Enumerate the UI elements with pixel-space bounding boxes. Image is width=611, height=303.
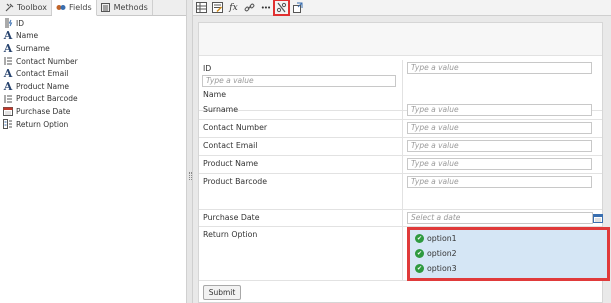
tab-toolbox-label: Toolbox — [17, 3, 47, 12]
form-row-contact-email: Contact Email Type a value — [199, 138, 602, 156]
id-input[interactable]: Type a value — [407, 62, 592, 74]
field-item-surname[interactable]: A Surname — [0, 42, 186, 55]
purchase-date-label: Purchase Date — [203, 213, 260, 222]
rule-icon[interactable] — [273, 0, 290, 16]
form-preview: ID Type a value Type a value Name Surnam… — [198, 22, 610, 303]
id-label-input[interactable]: Type a value — [202, 75, 396, 87]
field-item-label: ID — [16, 18, 24, 28]
product-name-label: Product Name — [203, 159, 259, 168]
field-item-product-name[interactable]: A Product Name — [0, 80, 186, 93]
tab-fields[interactable]: Fields — [52, 0, 97, 16]
field-item-purchase-date[interactable]: Purchase Date — [0, 105, 186, 118]
panel-tabs: Toolbox Fields Methods — [0, 0, 186, 16]
contact-email-input[interactable]: Type a value — [407, 140, 592, 152]
id-label: ID — [203, 64, 212, 73]
text-field-icon: A — [3, 41, 13, 55]
designer-canvas: fx ••• ID Type a value Type a value Name… — [193, 0, 611, 303]
check-circle-icon: ✔ — [415, 234, 424, 243]
field-item-contact-number[interactable]: Contact Number — [0, 55, 186, 68]
table-icon[interactable] — [195, 1, 208, 14]
form-row-surname: Surname Type a value — [199, 102, 602, 120]
form-row-contact-number: Contact Number Type a value — [199, 120, 602, 138]
field-item-return-option[interactable]: Return Option — [0, 118, 186, 131]
form-header-area — [199, 23, 602, 56]
option-label: option2 — [427, 249, 457, 258]
field-item-label: Return Option — [16, 119, 69, 129]
text-field-icon: A — [3, 67, 13, 81]
autonumber-icon — [3, 18, 13, 28]
field-item-contact-email[interactable]: A Contact Email — [0, 67, 186, 80]
field-item-label: Contact Number — [16, 56, 78, 66]
designer-toolbar: fx ••• — [193, 0, 611, 16]
field-item-label: Product Barcode — [16, 94, 78, 104]
tab-fields-label: Fields — [69, 3, 92, 12]
contact-number-input[interactable]: Type a value — [407, 122, 592, 134]
calendar-icon — [3, 106, 13, 117]
check-circle-icon: ✔ — [415, 264, 424, 273]
option-label: option3 — [427, 264, 457, 273]
field-item-label: Contact Email — [16, 69, 69, 79]
formula-icon[interactable]: fx — [227, 1, 240, 14]
methods-icon — [101, 3, 111, 13]
field-item-product-barcode[interactable]: Product Barcode — [0, 93, 186, 106]
export-icon[interactable] — [291, 1, 304, 14]
product-barcode-label: Product Barcode — [203, 177, 268, 186]
purchase-date-placeholder: Select a date — [411, 213, 461, 222]
purchase-date-input[interactable]: Select a date — [407, 212, 603, 224]
form-row-purchase-date: Purchase Date Select a date — [199, 210, 603, 227]
field-item-name[interactable]: A Name — [0, 29, 186, 43]
list-field-icon — [3, 94, 13, 104]
tab-toolbox[interactable]: Toolbox — [0, 0, 52, 15]
option-label: option1 — [427, 234, 457, 243]
fields-icon — [56, 3, 66, 13]
tab-methods-label: Methods — [113, 3, 148, 12]
option-item[interactable]: ✔ option2 — [415, 249, 457, 258]
tab-methods[interactable]: Methods — [97, 0, 153, 15]
surname-input[interactable]: Type a value — [407, 104, 592, 116]
tools-icon — [4, 3, 14, 13]
option-item[interactable]: ✔ option3 — [415, 264, 457, 273]
text-field-icon: A — [3, 79, 13, 93]
field-item-label: Product Name — [16, 81, 69, 91]
field-item-label: Surname — [16, 43, 50, 53]
calendar-icon[interactable] — [593, 213, 603, 223]
contact-email-label: Contact Email — [203, 141, 258, 150]
check-circle-icon: ✔ — [415, 249, 424, 258]
form-row-product-barcode: Product Barcode Type a value — [199, 174, 602, 210]
submit-button[interactable]: Submit — [203, 285, 241, 300]
contact-number-label: Contact Number — [203, 123, 268, 132]
option-item[interactable]: ✔ option1 — [415, 234, 457, 243]
form-row-product-name: Product Name Type a value — [199, 156, 602, 174]
more-icon[interactable]: ••• — [259, 1, 272, 14]
list-field-icon — [3, 56, 13, 66]
field-item-label: Purchase Date — [16, 106, 71, 116]
field-item-label: Name — [16, 31, 39, 41]
form-edit-icon[interactable] — [211, 1, 224, 14]
surname-label: Surname — [203, 105, 239, 114]
name-label: Name — [203, 90, 227, 99]
left-panel: Toolbox Fields Methods ID A Name A Surna… — [0, 0, 187, 303]
product-name-input[interactable]: Type a value — [407, 158, 592, 170]
fields-list: ID A Name A Surname Contact Number A Con… — [0, 16, 186, 130]
field-item-id[interactable]: ID — [0, 17, 186, 30]
return-option-choices[interactable]: ✔ option1 ✔ option2 ✔ option3 — [407, 227, 610, 281]
product-barcode-input[interactable]: Type a value — [407, 176, 592, 188]
choice-field-icon — [3, 119, 13, 130]
return-option-label: Return Option — [203, 230, 258, 239]
text-field-icon: A — [3, 29, 13, 43]
link-icon[interactable] — [243, 1, 256, 14]
splitter-grip-icon[interactable] — [188, 172, 192, 180]
